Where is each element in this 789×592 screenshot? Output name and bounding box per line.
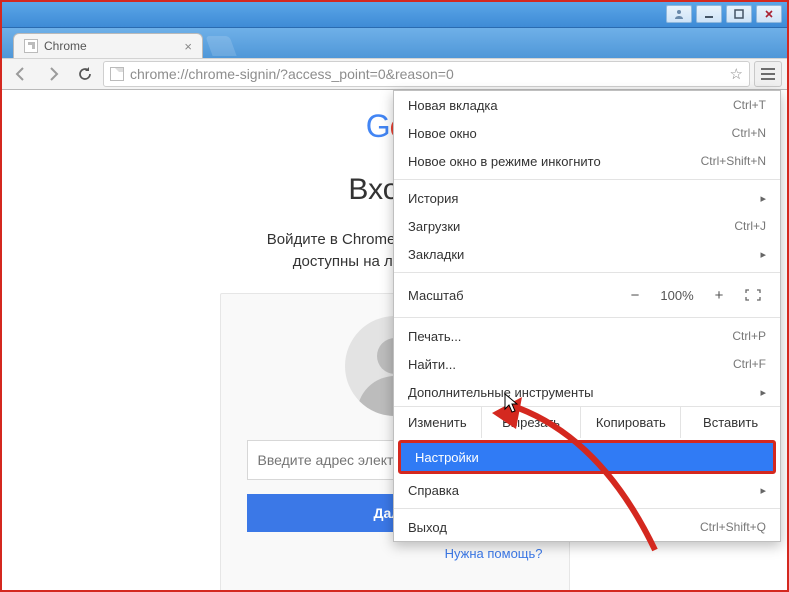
forward-button xyxy=(39,61,67,87)
fullscreen-button[interactable] xyxy=(740,286,766,304)
window-titlebar xyxy=(0,0,789,28)
bookmark-star-icon[interactable]: ☆ xyxy=(730,65,743,83)
close-window-button[interactable] xyxy=(756,5,782,23)
address-bar[interactable]: chrome://chrome-signin/?access_point=0&r… xyxy=(103,61,750,87)
menu-new-tab[interactable]: Новая вкладка Ctrl+T xyxy=(394,91,780,119)
menu-history[interactable]: История ▸ xyxy=(394,184,780,212)
menu-copy[interactable]: Копировать xyxy=(580,407,680,438)
tab-strip: Chrome × xyxy=(0,28,789,58)
chevron-right-icon: ▸ xyxy=(760,386,766,399)
zoom-out-button[interactable]: − xyxy=(624,287,646,304)
main-menu-button[interactable] xyxy=(754,61,782,87)
zoom-value: 100% xyxy=(656,288,698,303)
main-menu: Новая вкладка Ctrl+T Новое окно Ctrl+N Н… xyxy=(393,90,781,542)
menu-downloads[interactable]: Загрузки Ctrl+J xyxy=(394,212,780,240)
menu-bookmarks[interactable]: Закладки ▸ xyxy=(394,240,780,268)
new-tab-button[interactable] xyxy=(205,36,236,56)
menu-settings[interactable]: Настройки xyxy=(401,443,773,471)
menu-incognito[interactable]: Новое окно в режиме инкогнито Ctrl+Shift… xyxy=(394,147,780,175)
menu-edit-row: Изменить Вырезать Копировать Вставить xyxy=(394,406,780,438)
menu-cut[interactable]: Вырезать xyxy=(481,407,581,438)
menu-edit-label: Изменить xyxy=(394,407,481,438)
menu-exit[interactable]: Выход Ctrl+Shift+Q xyxy=(394,513,780,541)
user-icon[interactable] xyxy=(666,5,692,23)
menu-paste[interactable]: Вставить xyxy=(680,407,780,438)
close-tab-icon[interactable]: × xyxy=(184,39,192,54)
help-link[interactable]: Нужна помощь? xyxy=(247,546,543,561)
menu-zoom: Масштаб − 100% + xyxy=(394,277,780,313)
browser-toolbar: chrome://chrome-signin/?access_point=0&r… xyxy=(0,58,789,90)
browser-tab[interactable]: Chrome × xyxy=(13,33,203,58)
menu-more-tools[interactable]: Дополнительные инструменты ▸ xyxy=(394,378,780,406)
menu-find[interactable]: Найти... Ctrl+F xyxy=(394,350,780,378)
url-text: chrome://chrome-signin/?access_point=0&r… xyxy=(130,66,724,82)
zoom-in-button[interactable]: + xyxy=(708,287,730,304)
back-button[interactable] xyxy=(7,61,35,87)
maximize-button[interactable] xyxy=(726,5,752,23)
page-icon xyxy=(110,67,124,81)
chevron-right-icon: ▸ xyxy=(760,192,766,205)
menu-new-window[interactable]: Новое окно Ctrl+N xyxy=(394,119,780,147)
minimize-button[interactable] xyxy=(696,5,722,23)
reload-button[interactable] xyxy=(71,61,99,87)
menu-help[interactable]: Справка ▸ xyxy=(394,476,780,504)
tab-label: Chrome xyxy=(44,39,87,53)
chevron-right-icon: ▸ xyxy=(760,484,766,497)
page-icon xyxy=(24,39,38,53)
menu-print[interactable]: Печать... Ctrl+P xyxy=(394,322,780,350)
chevron-right-icon: ▸ xyxy=(760,248,766,261)
